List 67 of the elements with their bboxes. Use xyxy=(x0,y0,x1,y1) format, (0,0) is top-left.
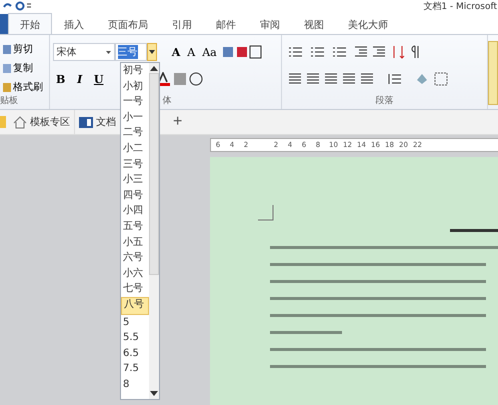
menu-item[interactable]: 小四 xyxy=(121,203,149,219)
menu-item[interactable]: 小三 xyxy=(121,172,149,188)
menu-item[interactable]: 5 xyxy=(121,314,149,330)
scroll-down-icon xyxy=(150,391,158,396)
window-title: 文档1 - Microsoft xyxy=(423,0,497,12)
scrollbar[interactable] xyxy=(149,63,159,399)
line-spacing-icon[interactable] xyxy=(386,73,402,85)
menu-item[interactable]: 四号 xyxy=(121,188,149,204)
indent-icon[interactable] xyxy=(372,46,386,58)
menu-item[interactable]: 小五 xyxy=(121,234,149,250)
scroll-up-icon xyxy=(150,66,158,71)
ribbon-tab[interactable]: 插入 xyxy=(52,13,96,34)
clipboard-button[interactable]: 格式刷 xyxy=(3,79,49,95)
menu-item[interactable]: 六号 xyxy=(121,250,149,266)
new-tab-button[interactable]: + xyxy=(169,113,186,131)
margin-corner-icon xyxy=(258,205,274,221)
quick-access-icon[interactable] xyxy=(2,1,32,11)
font-name-field[interactable]: 宋体 xyxy=(52,43,115,61)
group-label: 体 xyxy=(162,94,172,107)
border-icon[interactable] xyxy=(434,72,448,86)
document-tab[interactable]: 文档 xyxy=(75,110,120,134)
align-icon[interactable] xyxy=(360,73,374,85)
ribbon-tab[interactable]: 引用 xyxy=(160,13,204,34)
font-size-field[interactable]: 三号 xyxy=(114,43,147,61)
ribbon-tab[interactable]: 页面布局 xyxy=(96,13,160,34)
align-icon[interactable] xyxy=(306,73,320,85)
group-label: 贴板 xyxy=(0,94,19,107)
document-icon xyxy=(79,116,93,128)
menu-item[interactable]: 小六 xyxy=(121,266,149,282)
clipboard-button[interactable]: 复制 xyxy=(3,60,49,76)
menu-item[interactable]: 7.5 xyxy=(121,361,149,377)
group-label: 段落 xyxy=(374,94,394,107)
ribbon-tab[interactable]: 视图 xyxy=(292,13,336,34)
home-icon xyxy=(13,116,27,128)
paragraph-mark-icon[interactable] xyxy=(410,45,420,59)
menu-item[interactable]: 小二 xyxy=(121,140,149,157)
ribbon-tab[interactable]: 美化大师 xyxy=(336,13,400,34)
menu-item[interactable]: 小初 xyxy=(121,78,149,94)
align-icon[interactable] xyxy=(342,73,356,85)
align-icon[interactable] xyxy=(324,73,338,85)
clipboard-button[interactable]: 剪切 xyxy=(3,41,49,57)
format-button[interactable]: B xyxy=(52,72,69,86)
caret-icon xyxy=(148,50,155,54)
menu-item[interactable]: 8 xyxy=(121,376,149,392)
menu-item[interactable]: 八号 xyxy=(121,296,149,314)
menu-item[interactable]: 小一 xyxy=(121,110,149,126)
ribbon-tab[interactable]: 邮件 xyxy=(204,13,248,34)
menu-item[interactable]: 5.5 xyxy=(121,330,149,346)
menu-item[interactable]: 6.5 xyxy=(121,346,149,362)
align-icon[interactable] xyxy=(288,73,302,85)
ribbon-tab[interactable]: 审阅 xyxy=(248,13,292,34)
font-tool-button[interactable]: A xyxy=(185,46,198,58)
document-tab[interactable]: 模板专区 xyxy=(9,110,75,134)
format-button[interactable]: I xyxy=(72,72,88,86)
caret-icon xyxy=(106,50,111,54)
menu-item[interactable]: 三号 xyxy=(121,156,149,172)
font-tool-button[interactable]: A xyxy=(170,46,182,58)
font-tool-button[interactable]: Aa xyxy=(200,46,219,58)
indent-icon[interactable] xyxy=(354,46,368,58)
format-button[interactable]: U xyxy=(90,72,107,86)
menu-item[interactable]: 七号 xyxy=(121,281,149,297)
menu-item[interactable]: 初号 xyxy=(121,63,149,79)
menu-item[interactable]: 二号 xyxy=(121,125,149,141)
dropdown-button[interactable] xyxy=(146,43,157,61)
menu-item[interactable]: 一号 xyxy=(121,94,149,110)
menu-item[interactable]: 五号 xyxy=(121,218,149,235)
ribbon-tab[interactable]: 开始 xyxy=(8,13,52,34)
